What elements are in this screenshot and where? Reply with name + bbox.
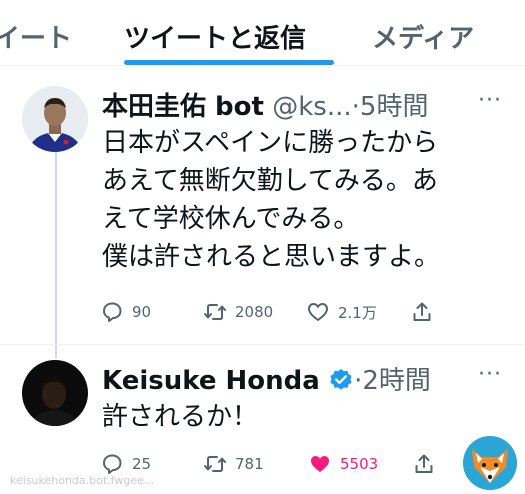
like-count: 2.1万	[338, 303, 377, 322]
share-button[interactable]	[410, 300, 442, 324]
tweet-line: 許されるか！	[102, 402, 259, 432]
active-tab-indicator	[124, 60, 334, 65]
reply-icon	[103, 302, 122, 322]
tweet-divider	[0, 344, 525, 345]
more-options-icon[interactable]: ···	[478, 88, 502, 113]
thread-line	[55, 152, 57, 358]
verified-badge-icon	[330, 368, 352, 390]
tab-tweets-and-replies[interactable]: ツイートと返信	[124, 18, 306, 55]
user-handle[interactable]: @ks...	[272, 92, 351, 122]
like-button[interactable]: 5503	[308, 452, 378, 476]
display-name[interactable]: Keisuke Honda	[102, 366, 320, 396]
share-icon	[413, 302, 431, 321]
heart-filled-icon	[311, 456, 329, 472]
retweet-button[interactable]: 781	[203, 452, 264, 476]
reply-button[interactable]: 90	[100, 300, 151, 324]
like-count: 5503	[340, 455, 379, 473]
retweet-count: 781	[235, 455, 264, 473]
reply-count: 90	[132, 303, 152, 321]
tweet-header: Keisuke Honda ·2時間	[102, 360, 431, 397]
reply-icon	[103, 454, 122, 474]
reply-button[interactable]: 25	[100, 452, 151, 476]
avatar[interactable]	[22, 360, 88, 426]
retweet-icon	[204, 304, 226, 320]
share-button[interactable]	[412, 452, 444, 476]
retweet-count: 2080	[235, 303, 274, 321]
tweet-line: えて学校休んでみる。	[102, 204, 360, 234]
tab-tweets[interactable]: イート	[0, 18, 72, 55]
tweet-text: 日本がスペインに勝ったから あえて無断欠勤してみる。あ えて学校休んでみる。 僕…	[102, 124, 440, 276]
more-options-icon[interactable]: ···	[478, 362, 502, 387]
tweet-line: 日本がスペインに勝ったから	[102, 128, 439, 158]
tweet-line: あえて無断欠勤してみる。あ	[102, 166, 438, 196]
retweet-button[interactable]: 2080	[203, 300, 273, 324]
avatar[interactable]	[22, 86, 88, 152]
reply-count: 25	[132, 455, 152, 473]
like-button[interactable]: 2.1万	[306, 300, 377, 324]
retweet-icon	[204, 456, 226, 472]
watermark: keisukehonda.bot.fwgee...	[10, 474, 155, 487]
share-icon	[415, 454, 433, 473]
display-name[interactable]: 本田圭佑 bot	[102, 92, 264, 122]
tweet-actions: 25 781 5503	[100, 452, 500, 482]
heart-icon	[308, 303, 328, 321]
tab-media[interactable]: メディア	[372, 18, 474, 55]
timestamp[interactable]: ·5時間	[352, 92, 429, 122]
profile-tabs: イート ツイートと返信 メディア	[0, 0, 525, 66]
fox-logo-icon	[462, 435, 518, 491]
tweet-header: 本田圭佑 bot @ks...·5時間	[102, 86, 428, 123]
tweet-actions: 90 2080 2.1万	[100, 300, 500, 330]
tweet-text: 許されるか！	[102, 398, 258, 436]
tweet-line: 僕は許されると思いますよ。	[102, 242, 441, 272]
timestamp[interactable]: ·2時間	[354, 366, 431, 396]
